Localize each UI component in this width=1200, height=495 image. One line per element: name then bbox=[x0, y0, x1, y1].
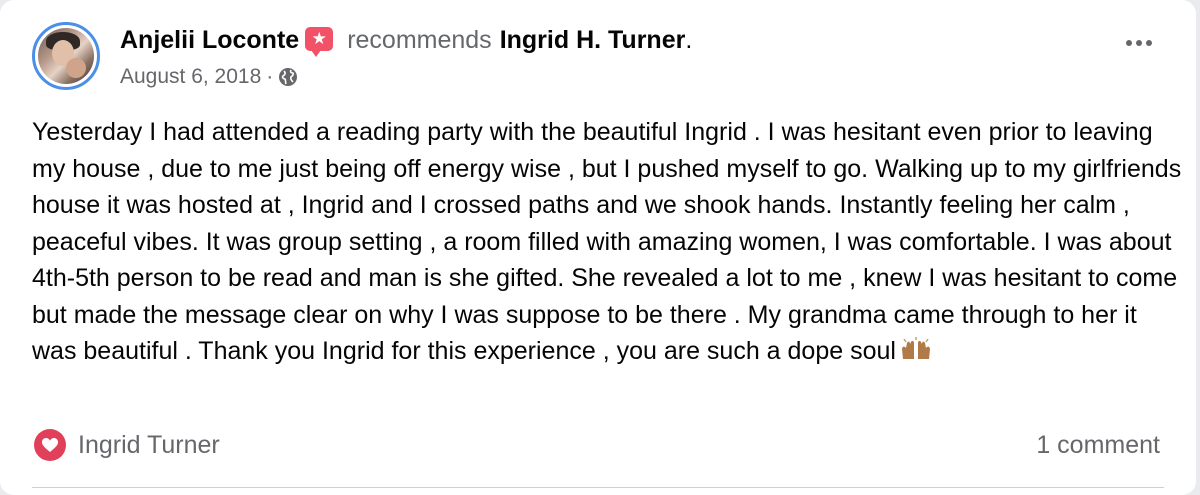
author-avatar[interactable] bbox=[32, 22, 100, 90]
recommends-label: recommends bbox=[347, 26, 492, 54]
reaction-summary[interactable]: Ingrid Turner bbox=[34, 429, 220, 461]
heart-icon bbox=[34, 429, 66, 461]
author-name-link[interactable]: Anjelii Loconte bbox=[120, 26, 299, 55]
meta-separator: · bbox=[266, 65, 274, 88]
post-date-link[interactable]: August 6, 2018 bbox=[120, 65, 261, 89]
post-body: Yesterday I had attended a reading party… bbox=[32, 114, 1182, 370]
post-meta: August 6, 2018 · bbox=[120, 65, 298, 89]
profile-photo bbox=[38, 28, 94, 84]
recommendation-post-card: Anjelii Loconte ★ recommends Ingrid H. T… bbox=[0, 0, 1196, 495]
recommendation-star-icon: ★ bbox=[305, 26, 334, 57]
footer-divider bbox=[32, 487, 1164, 488]
recommended-page-link[interactable]: Ingrid H. Turner bbox=[500, 26, 686, 55]
post-header-line: Anjelii Loconte ★ recommends Ingrid H. T… bbox=[120, 26, 693, 57]
more-options-icon[interactable] bbox=[1126, 40, 1152, 46]
comment-count-link[interactable]: 1 comment bbox=[1036, 431, 1160, 460]
post-body-text: Yesterday I had attended a reading party… bbox=[32, 118, 1182, 365]
reactor-name: Ingrid Turner bbox=[78, 430, 220, 459]
header-period: . bbox=[685, 26, 693, 54]
globe-icon[interactable] bbox=[278, 67, 298, 87]
raising-hands-emoji bbox=[901, 337, 930, 359]
